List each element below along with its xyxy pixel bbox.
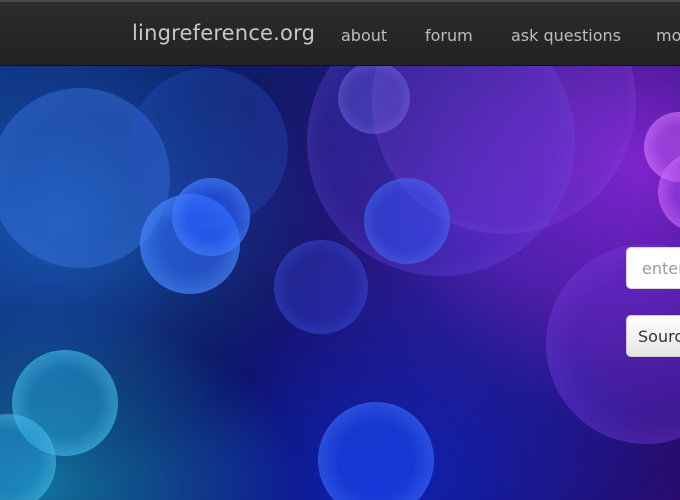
source-button[interactable]: Sourc <box>626 315 680 357</box>
bokeh-circle <box>274 240 368 334</box>
page: lingreference.org about forum ask questi… <box>0 0 680 500</box>
bokeh-circle <box>318 402 434 500</box>
bokeh-circle <box>172 178 250 256</box>
hero-background <box>0 66 680 500</box>
nav-link-forum[interactable]: forum <box>425 26 473 45</box>
top-navbar: lingreference.org about forum ask questi… <box>0 0 680 66</box>
nav-link-more[interactable]: mo <box>656 26 680 45</box>
site-brand-link[interactable]: lingreference.org <box>132 21 315 45</box>
nav-link-about[interactable]: about <box>341 26 387 45</box>
search-input[interactable] <box>626 247 680 289</box>
nav-link-ask-questions[interactable]: ask questions <box>511 26 621 45</box>
bokeh-circle <box>364 178 450 264</box>
